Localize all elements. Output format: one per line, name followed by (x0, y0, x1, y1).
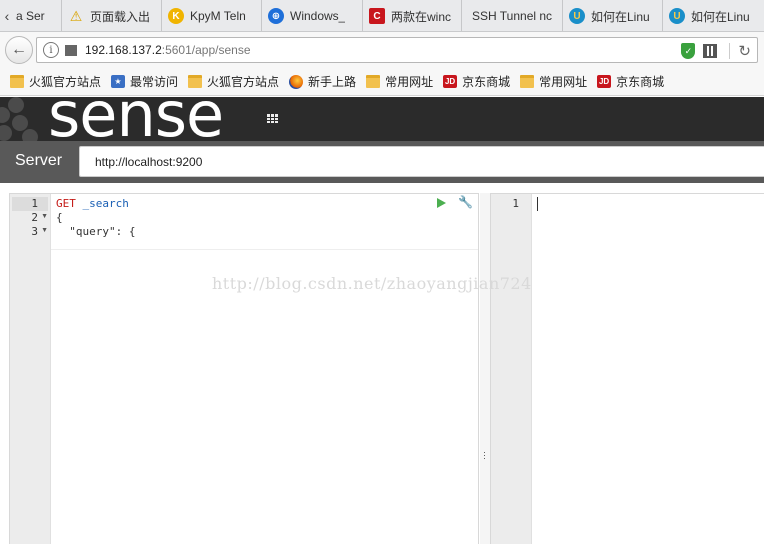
page-icon (65, 44, 77, 56)
wrench-icon[interactable]: 🔧 (458, 195, 473, 209)
browser-tab[interactable]: C 两款在winc (363, 0, 462, 31)
bookmark-label: 京东商城 (462, 75, 511, 89)
windows-icon: ⊕ (268, 8, 284, 24)
bookmark-item[interactable]: JD 京东商城 (597, 73, 664, 90)
fold-arrow-icon[interactable]: ▼ (41, 227, 48, 234)
ubuntu-icon: U (569, 8, 585, 24)
csdn-icon: C (369, 8, 385, 24)
qr-code-icon[interactable] (703, 44, 718, 58)
response-editor[interactable]: 1 (490, 193, 764, 544)
address-bar-actions: ✓ ↻ (681, 42, 751, 60)
bookmark-label: 火狐官方站点 (29, 75, 102, 89)
request-path: _search (82, 197, 129, 210)
line-number: 1 (12, 197, 48, 211)
url-host: 192.168.137.2 (85, 43, 162, 57)
bookmark-label: 京东商城 (616, 75, 665, 89)
http-method: GET (56, 197, 76, 210)
bookmark-label: 常用网址 (385, 75, 434, 89)
bookmark-label: 常用网址 (539, 75, 588, 89)
server-label: Server (15, 152, 63, 169)
tab-title: KpyM Teln (190, 9, 246, 23)
logo-mark-icon (0, 97, 40, 141)
watermark: http://blog.csdn.net/zhaoyangjian724 (212, 274, 532, 293)
request-editor[interactable]: 1 2 ▼ 3 ▼ GET _search { "query": { 🔧 (9, 193, 479, 544)
star-icon: ★ (111, 75, 126, 88)
bookmark-label: 火狐官方站点 (207, 75, 280, 89)
jd-icon: JD (597, 75, 612, 88)
bookmark-item[interactable]: 常用网址 (520, 73, 587, 90)
code-line: { (56, 211, 63, 224)
folder-icon (366, 75, 381, 88)
jd-icon: JD (443, 75, 458, 88)
bookmark-item[interactable]: 新手上路 (289, 73, 356, 90)
address-bar[interactable]: i 192.168.137.2:5601/app/sense ✓ ↻ (36, 37, 758, 63)
info-icon[interactable]: i (43, 42, 59, 58)
url-path: :5601/app/sense (161, 43, 251, 57)
back-button[interactable]: ← (5, 36, 33, 64)
text-cursor (537, 197, 538, 211)
arrow-left-icon: ← (11, 41, 27, 58)
browser-tab[interactable]: K KpyM Teln (162, 0, 262, 31)
tab-title: Windows_ (290, 9, 346, 23)
browser-tab-strip: ‹ a Ser ⚠ 页面载入出 K KpyM Teln ⊕ Windows_ C… (0, 0, 764, 32)
bookmark-item[interactable]: 火狐官方站点 (188, 73, 279, 90)
browser-tab[interactable]: U 如何在Linu (663, 0, 763, 31)
table-icon[interactable] (267, 114, 278, 123)
bookmark-label: 最常访问 (130, 75, 179, 89)
url-text[interactable]: 192.168.137.2:5601/app/sense (85, 43, 251, 57)
folder-icon (10, 75, 24, 88)
browser-tab[interactable]: ⊕ Windows_ (262, 0, 363, 31)
tab-scroll-left-icon[interactable]: ‹ (0, 0, 14, 31)
response-editor-gutter: 1 (491, 194, 532, 544)
warning-icon: ⚠ (69, 7, 83, 24)
tab-title: SSH Tunnel nc (472, 9, 553, 23)
browser-tab[interactable]: U 如何在Linu (563, 0, 663, 31)
tab-title: 两款在winc (391, 9, 452, 24)
server-url-input[interactable] (79, 146, 764, 177)
tab-title: a Ser (16, 9, 45, 23)
editor-splitter[interactable]: · · · (480, 193, 490, 544)
tab-title: 页面载入出 (90, 9, 151, 24)
play-icon[interactable] (437, 198, 446, 208)
navigation-bar: ← i 192.168.137.2:5601/app/sense ✓ ↻ (0, 32, 764, 68)
divider (729, 43, 731, 59)
code-line: GET _search (56, 197, 129, 211)
server-bar: Server (0, 141, 764, 183)
bookmark-item[interactable]: 常用网址 (366, 73, 433, 90)
bookmarks-bar: 火狐官方站点 ★ 最常访问 火狐官方站点 新手上路 常用网址 JD 京东商城 常用网… (0, 68, 764, 96)
line-number: 1 (512, 197, 519, 210)
kpym-icon: K (168, 8, 184, 24)
firefox-icon (289, 74, 304, 89)
tab-title: 如何在Linu (691, 9, 750, 24)
ubuntu-icon: U (669, 8, 685, 24)
fold-arrow-icon[interactable]: ▼ (41, 213, 48, 220)
tab-title: 如何在Linu (591, 9, 650, 24)
bookmark-item[interactable]: ★ 最常访问 (111, 73, 178, 90)
app-logo: sense (48, 97, 224, 141)
drag-handle-icon[interactable]: · · · (483, 448, 486, 463)
bookmark-label: 新手上路 (308, 75, 357, 89)
folder-icon (188, 75, 203, 88)
shield-icon[interactable]: ✓ (681, 43, 696, 59)
app-header: sense (0, 97, 764, 141)
request-editor-gutter: 1 2 ▼ 3 ▼ (10, 194, 51, 544)
folder-icon (520, 75, 535, 88)
browser-tab[interactable]: SSH Tunnel nc (462, 0, 563, 31)
browser-tab[interactable]: a Ser (14, 0, 62, 31)
bookmark-item[interactable]: 火狐官方站点 (10, 73, 101, 90)
code-line: "query": { (56, 225, 136, 238)
reload-icon[interactable]: ↻ (738, 42, 751, 60)
bookmark-item[interactable]: JD 京东商城 (443, 73, 510, 90)
browser-tab[interactable]: ⚠ 页面载入出 (62, 0, 162, 31)
